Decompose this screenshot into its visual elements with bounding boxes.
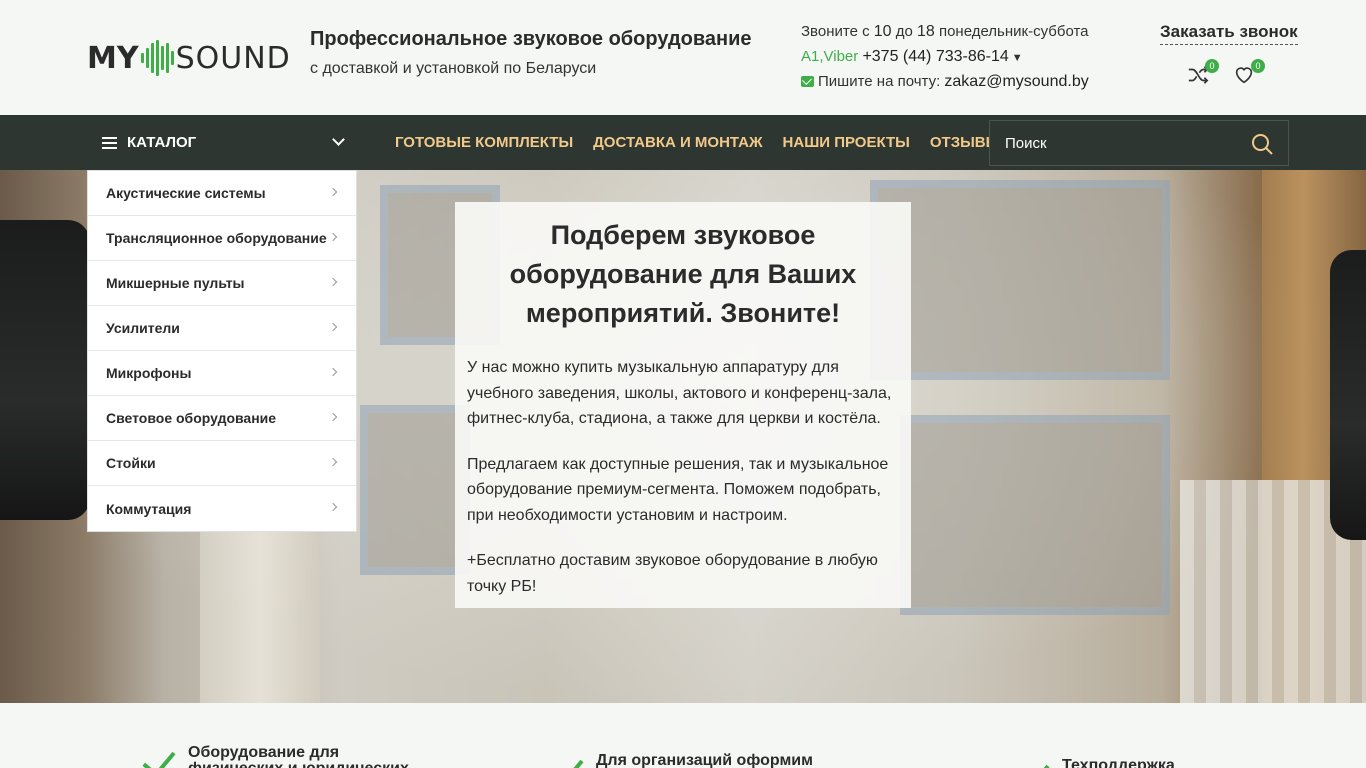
hours-mid: до [891, 23, 917, 40]
catalog-dropdown: Акустические системы Трансляционное обор… [87, 170, 357, 532]
chevron-right-icon [328, 187, 338, 197]
catalog-item-microphones[interactable]: Микрофоны [88, 351, 356, 396]
catalog-item-label: Усилители [106, 320, 180, 336]
search-input[interactable] [990, 121, 1240, 165]
chevron-right-icon [328, 367, 338, 377]
tagline: Профессиональное звуковое оборудование с… [310, 28, 752, 78]
hero-card: Подберем звуковое оборудование для Ваших… [455, 202, 911, 608]
wishlist-count-badge: 0 [1251, 59, 1265, 73]
catalog-item-cables[interactable]: Коммутация [88, 486, 356, 531]
catalog-label: КАТАЛОГ [127, 134, 197, 151]
feature-item: Оборудование для физических и юридически… [142, 742, 418, 768]
catalog-item-lighting[interactable]: Световое оборудование [88, 396, 356, 441]
hours-to: 18 [916, 23, 935, 40]
hero-paragraph: Предлагаем как доступные решения, так и … [467, 455, 889, 524]
phone-row: A1,Viber +375 (44) 733-86-14 ▼ [801, 47, 1089, 72]
email-prefix: Пишите на почту: [818, 73, 941, 90]
menu-icon [102, 136, 117, 149]
hero-paragraph: +Бесплатно доставим звуковое оборудовани… [467, 552, 878, 595]
main-nav: КАТАЛОГ ГОТОВЫЕ КОМПЛЕКТЫ ДОСТАВКА И МОН… [0, 115, 1366, 170]
hero-title: Подберем звуковое оборудование для Ваших… [509, 220, 857, 328]
chevron-right-icon [328, 502, 338, 512]
catalog-item-label: Световое оборудование [106, 410, 277, 426]
mail-icon [801, 76, 814, 87]
email-link[interactable]: zakaz@mysound.by [944, 73, 1088, 90]
hours-from: 10 [873, 23, 892, 40]
compare-button[interactable]: 0 [1187, 59, 1219, 86]
features-strip: Оборудование для физических и юридически… [0, 703, 1366, 768]
catalog-item-mixers[interactable]: Микшерные пульты [88, 261, 356, 306]
speaker-left [0, 220, 90, 520]
feature-text: Техподдержка [1062, 757, 1175, 768]
feature-item: Техподдержка [1016, 755, 1175, 768]
contacts-block: Звоните с 10 до 18 понедельник-суббота A… [801, 22, 1089, 97]
catalog-item-broadcast[interactable]: Трансляционное оборудование [88, 216, 356, 261]
logo-wave-icon [140, 40, 174, 76]
callback-button[interactable]: Заказать звонок [1160, 22, 1298, 45]
search-icon [1252, 134, 1273, 155]
logo-text-sound: SOUND [175, 40, 291, 76]
hours-suffix: понедельник-суббота [934, 23, 1089, 40]
painting-frame [870, 180, 1170, 380]
hours-prefix: Звоните с [801, 23, 874, 40]
check-icon [142, 742, 176, 768]
search-box [989, 120, 1289, 166]
catalog-item-label: Трансляционное оборудование [106, 230, 327, 246]
chevron-right-icon [328, 457, 338, 467]
chevron-down-icon [332, 133, 345, 146]
chevron-down-icon[interactable]: ▼ [1012, 48, 1023, 68]
painting-frame [900, 415, 1170, 615]
nav-link-delivery[interactable]: ДОСТАВКА И МОНТАЖ [593, 134, 762, 151]
chevron-right-icon [328, 232, 338, 242]
viber-label: A1,Viber [801, 48, 859, 65]
phone-link[interactable]: +375 (44) 733-86-14 [862, 48, 1008, 65]
catalog-item-amplifiers[interactable]: Усилители [88, 306, 356, 351]
tagline-subtitle: с доставкой и установкой по Беларуси [310, 60, 597, 77]
top-menu: ГОТОВЫЕ КОМПЛЕКТЫ ДОСТАВКА И МОНТАЖ НАШИ… [395, 115, 1000, 170]
search-button[interactable] [1250, 132, 1274, 156]
nav-link-projects[interactable]: НАШИ ПРОЕКТЫ [783, 134, 910, 151]
catalog-item-label: Микрофоны [106, 365, 192, 381]
catalog-item-acoustics[interactable]: Акустические системы [88, 171, 356, 216]
feature-item: Для организаций оформим [550, 750, 813, 768]
check-icon [550, 750, 584, 768]
site-header: MY SOUND Профессиональное звуковое обору… [0, 0, 1366, 115]
chevron-right-icon [328, 322, 338, 332]
tagline-title: Профессиональное звуковое оборудование [310, 28, 752, 50]
feature-text: Для организаций оформим [596, 752, 813, 768]
logo-text-my: MY [87, 40, 139, 76]
catalog-item-stands[interactable]: Стойки [88, 441, 356, 486]
speaker-right [1330, 250, 1366, 540]
check-icon [1016, 755, 1050, 768]
working-hours: Звоните с 10 до 18 понедельник-суббота [801, 22, 1089, 47]
hero-paragraph: У нас можно купить музыкальную аппаратур… [467, 359, 892, 427]
nav-link-kits[interactable]: ГОТОВЫЕ КОМПЛЕКТЫ [395, 134, 573, 151]
compare-count-badge: 0 [1205, 59, 1219, 73]
catalog-item-label: Стойки [106, 455, 156, 471]
chevron-right-icon [328, 412, 338, 422]
feature-text: Оборудование для физических и юридически… [188, 744, 409, 768]
wishlist-button[interactable]: 0 [1233, 59, 1265, 86]
catalog-item-label: Акустические системы [106, 185, 266, 201]
site-logo[interactable]: MY SOUND [87, 40, 291, 76]
catalog-button[interactable]: КАТАЛОГ [87, 115, 357, 170]
painting-frame [360, 405, 470, 575]
catalog-item-label: Микшерные пульты [106, 275, 245, 291]
catalog-item-label: Коммутация [106, 500, 192, 517]
email-row: Пишите на почту: zakaz@mysound.by [801, 72, 1089, 97]
chevron-right-icon [328, 277, 338, 287]
